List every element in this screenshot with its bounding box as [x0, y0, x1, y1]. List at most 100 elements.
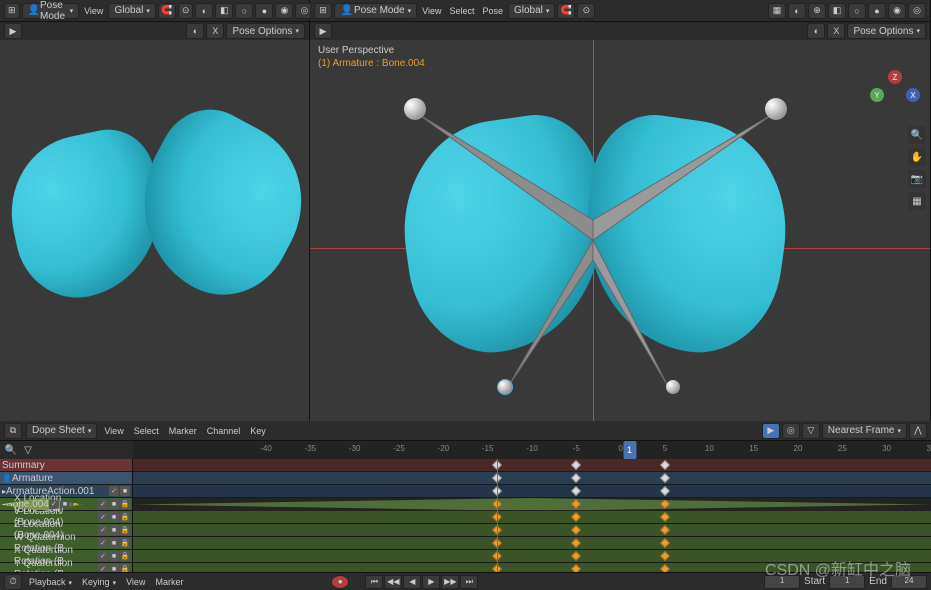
- editor-type-icon[interactable]: ⏱: [4, 574, 22, 590]
- xray-icon[interactable]: ◧: [828, 3, 846, 19]
- bone-head[interactable]: [666, 380, 680, 394]
- dope-mode[interactable]: Dope Sheet: [26, 423, 97, 439]
- track-toggle[interactable]: 🔒: [120, 512, 130, 522]
- keyframe[interactable]: [660, 486, 670, 496]
- mirror-icon[interactable]: ◐: [186, 23, 204, 39]
- track-toggle[interactable]: 🔒: [120, 499, 130, 509]
- track-label[interactable]: 👤 Armature: [0, 472, 132, 485]
- track-toggle[interactable]: ✓: [98, 538, 108, 548]
- keyframe[interactable]: [571, 512, 581, 522]
- track-toggle[interactable]: ■: [109, 538, 119, 548]
- zoom-icon[interactable]: 🔍: [908, 126, 926, 144]
- mode-selector[interactable]: 👤Pose Mode: [22, 3, 80, 19]
- xray-icon[interactable]: ◧: [215, 3, 233, 19]
- keyframe[interactable]: [571, 486, 581, 496]
- gizmo-x[interactable]: Z: [888, 70, 902, 84]
- track-toggle[interactable]: ✓: [98, 551, 108, 561]
- overlay-icon[interactable]: ◐: [195, 3, 213, 19]
- shading-matcap-icon[interactable]: ◉: [888, 3, 906, 19]
- track-row[interactable]: [133, 459, 931, 472]
- footer-marker[interactable]: Marker: [152, 577, 186, 587]
- pose-options[interactable]: Pose Options: [226, 23, 305, 39]
- bone-head[interactable]: [765, 98, 787, 120]
- bone-head-selected[interactable]: [498, 380, 512, 394]
- track-toggle[interactable]: ✓: [109, 486, 119, 496]
- track-toggle[interactable]: ■: [109, 512, 119, 522]
- camera-icon[interactable]: 📷: [908, 170, 926, 188]
- track-row[interactable]: [133, 563, 931, 572]
- gizmo-icon[interactable]: ⊕: [808, 3, 826, 19]
- track-label[interactable]: Summary: [0, 459, 132, 472]
- editor-type-icon[interactable]: ⧉: [4, 423, 22, 439]
- track-toggle[interactable]: ✓: [49, 499, 59, 509]
- playback-menu[interactable]: Playback: [26, 577, 75, 587]
- track-toggle[interactable]: ■: [109, 499, 119, 509]
- track-row[interactable]: [133, 511, 931, 524]
- viewport-canvas[interactable]: [0, 40, 309, 421]
- track-toggle[interactable]: ■: [109, 564, 119, 572]
- jump-end-icon[interactable]: ⏭: [460, 575, 478, 589]
- filter-icon[interactable]: ▽: [802, 423, 820, 439]
- pose-options[interactable]: Pose Options: [847, 23, 926, 39]
- track-toggle[interactable]: ✓: [98, 525, 108, 535]
- editor-type-icon[interactable]: ⊞: [4, 3, 20, 19]
- keyframe[interactable]: [660, 538, 670, 548]
- footer-view[interactable]: View: [123, 577, 148, 587]
- track-toggle[interactable]: 🔒: [120, 538, 130, 548]
- play-icon[interactable]: ▶: [422, 575, 440, 589]
- dope-menu-key[interactable]: Key: [247, 426, 269, 436]
- search-icon[interactable]: 🔍: [4, 443, 18, 457]
- track-toggle[interactable]: 🔒: [120, 525, 130, 535]
- nav-gizmo[interactable]: Z Y X: [870, 70, 920, 120]
- keyframe[interactable]: [571, 525, 581, 535]
- overlay-icon[interactable]: ◐: [788, 3, 806, 19]
- auto-snap-icon[interactable]: ▶: [762, 423, 780, 439]
- keyframe[interactable]: [660, 499, 670, 509]
- snap-icon[interactable]: 🧲: [158, 3, 176, 19]
- editor-type-icon[interactable]: ⊞: [314, 3, 332, 19]
- dope-menu-select[interactable]: Select: [131, 426, 162, 436]
- keyframe[interactable]: [660, 564, 670, 572]
- keying-menu[interactable]: Keying: [79, 577, 119, 587]
- orientation[interactable]: Global: [508, 3, 555, 19]
- keyframe[interactable]: [571, 499, 581, 509]
- next-keyframe-icon[interactable]: ▶▶: [441, 575, 459, 589]
- bone-head[interactable]: [404, 98, 426, 120]
- track-toggle[interactable]: 🔒: [120, 564, 130, 572]
- x-label[interactable]: X: [206, 23, 224, 39]
- track-row[interactable]: [133, 472, 931, 485]
- gizmo-y[interactable]: Y: [870, 88, 884, 102]
- snap-icon[interactable]: 🧲: [557, 3, 575, 19]
- viewport-canvas[interactable]: User Perspective (1) Armature : Bone.004: [310, 40, 930, 421]
- dope-menu-channel[interactable]: Channel: [204, 426, 244, 436]
- mirror-icon[interactable]: ◐: [807, 23, 825, 39]
- perspective-icon[interactable]: ▦: [908, 192, 926, 210]
- menu-select[interactable]: Select: [446, 6, 477, 16]
- track-toggle[interactable]: ■: [109, 551, 119, 561]
- track-data[interactable]: [133, 459, 931, 572]
- track-row[interactable]: [133, 550, 931, 563]
- x-label[interactable]: X: [827, 23, 845, 39]
- sel-all-icon[interactable]: ▦: [768, 3, 786, 19]
- snap-mode[interactable]: Nearest Frame: [822, 423, 907, 439]
- move-icon[interactable]: ✋: [908, 148, 926, 166]
- playhead-label[interactable]: 1: [623, 441, 636, 459]
- shading-matcap-icon[interactable]: ◉: [275, 3, 293, 19]
- expand-icon[interactable]: ⋀: [909, 423, 927, 439]
- menu-pose[interactable]: Pose: [479, 6, 506, 16]
- track-toggle[interactable]: ✓: [98, 564, 108, 572]
- keyframe[interactable]: [660, 512, 670, 522]
- mode-selector[interactable]: 👤Pose Mode: [334, 3, 417, 19]
- track-toggle[interactable]: ✓: [98, 512, 108, 522]
- shading-wire-icon[interactable]: ○: [235, 3, 253, 19]
- play-reverse-icon[interactable]: ◀: [403, 575, 421, 589]
- track-row[interactable]: [133, 537, 931, 550]
- current-frame[interactable]: 1: [764, 575, 800, 589]
- dope-menu-marker[interactable]: Marker: [166, 426, 200, 436]
- keyframe[interactable]: [660, 525, 670, 535]
- pivot-icon[interactable]: ⊙: [178, 3, 194, 19]
- end-frame[interactable]: 24: [891, 575, 927, 589]
- keyframe[interactable]: [660, 460, 670, 470]
- filter-icon[interactable]: ▽: [21, 443, 35, 457]
- keyframe[interactable]: [571, 538, 581, 548]
